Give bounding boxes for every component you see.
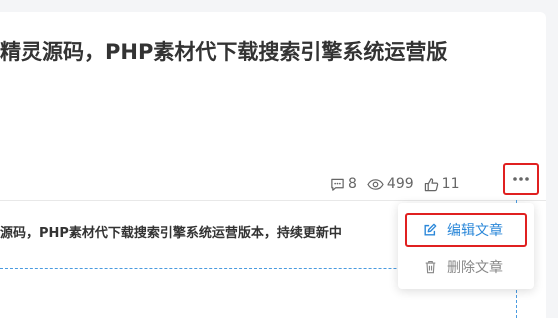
more-options-menu: 编辑文章 删除文章: [398, 203, 534, 289]
trash-icon: [425, 261, 436, 274]
more-dots-icon: [513, 177, 529, 181]
edit-article-label: 编辑文章: [447, 223, 503, 239]
view-stat: 499: [367, 176, 414, 192]
divider: [0, 200, 546, 201]
view-count: 499: [386, 176, 414, 192]
comment-count: 8: [348, 176, 357, 192]
article-stats: 8 499 11: [330, 172, 459, 196]
delete-article-menu-item[interactable]: 删除文章: [398, 250, 534, 284]
delete-article-label: 删除文章: [447, 260, 503, 276]
thumbs-up-icon: [424, 177, 438, 191]
article-title[interactable]: 精灵源码，PHP素材代下载搜索引擎系统运营版: [0, 36, 540, 66]
like-stat[interactable]: 11: [424, 176, 460, 192]
more-options-button[interactable]: [503, 163, 539, 195]
edit-icon: [424, 223, 437, 236]
comment-stat[interactable]: 8: [330, 176, 357, 192]
edit-article-menu-item[interactable]: 编辑文章: [405, 213, 527, 247]
comment-icon: [331, 178, 344, 191]
article-description: 源码，PHP素材代下载搜索引擎系统运营版本，持续更新中: [0, 226, 342, 241]
eye-icon: [367, 178, 384, 190]
like-count: 11: [441, 176, 460, 192]
